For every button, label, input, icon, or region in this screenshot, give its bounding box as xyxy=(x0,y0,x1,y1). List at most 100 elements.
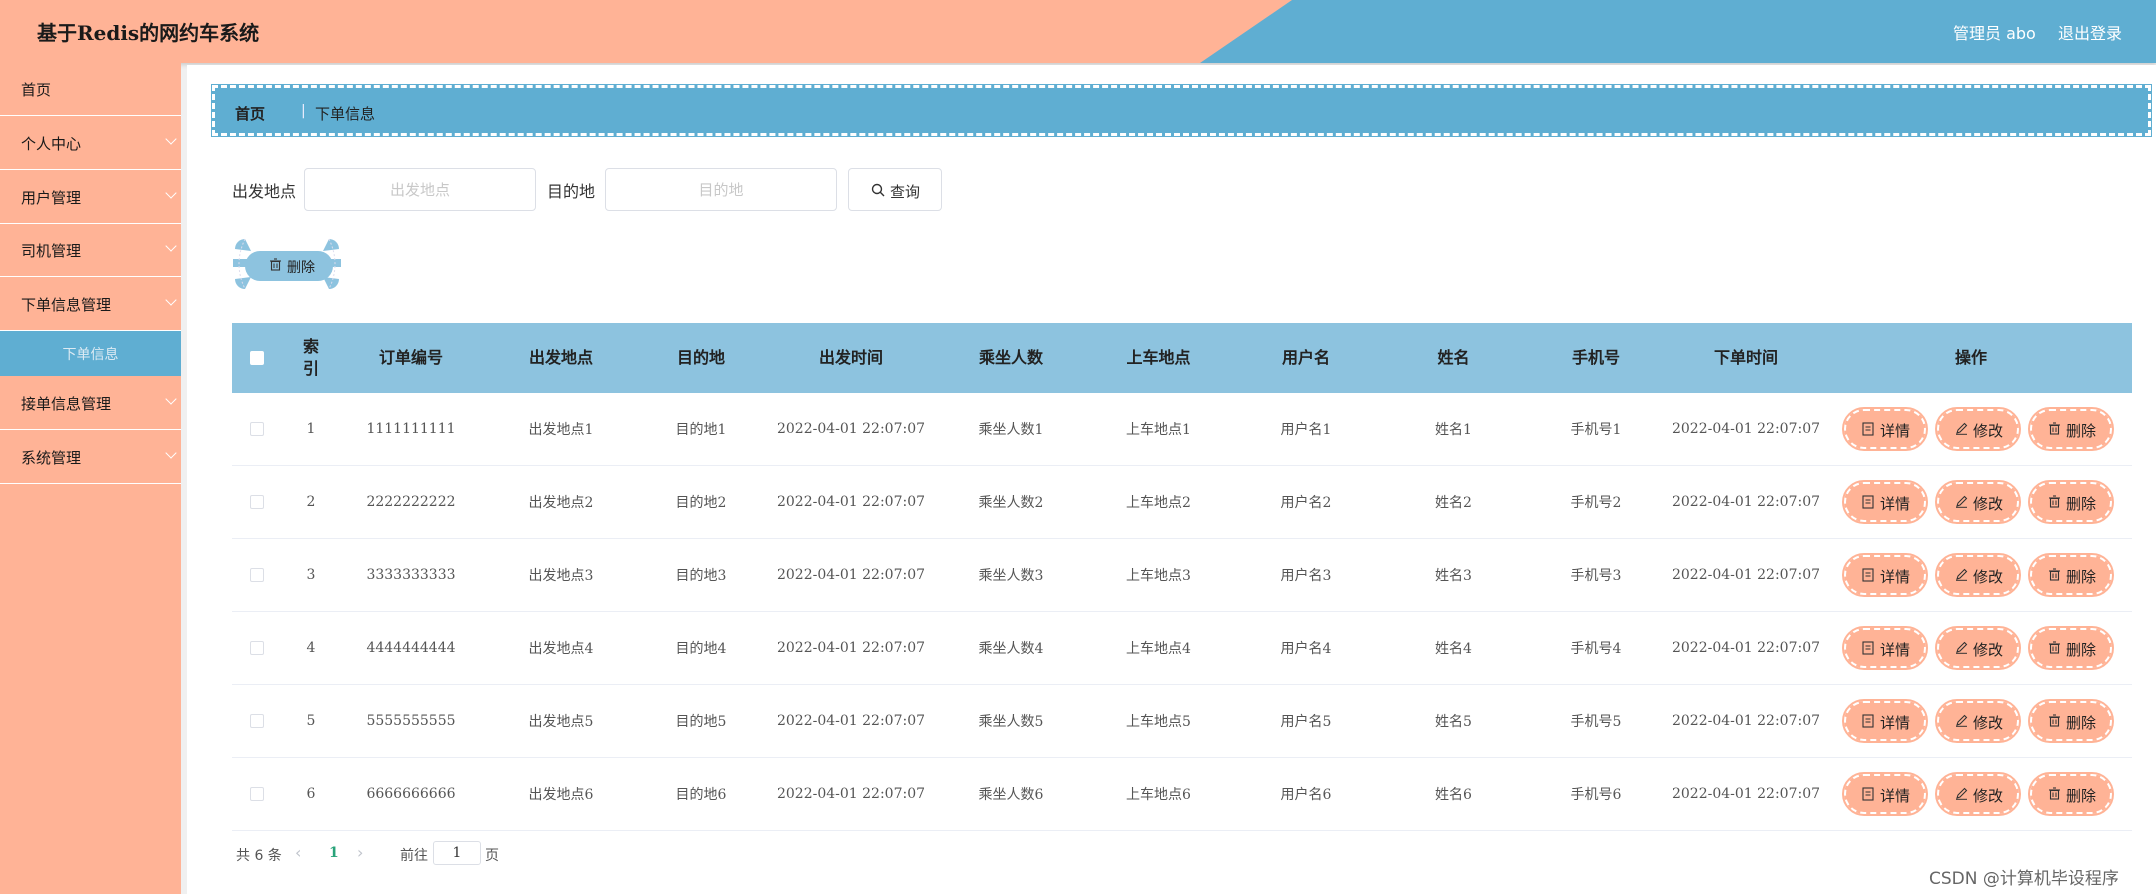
row-checkbox[interactable] xyxy=(250,422,264,436)
cell-name: 姓名1 xyxy=(1435,422,1472,438)
sidebar-item-personal-center[interactable]: 个人中心 xyxy=(0,117,181,170)
breadcrumb-home[interactable]: 首页 xyxy=(235,103,265,124)
pencil-icon xyxy=(1956,714,1968,727)
delete-button-label: 删除 xyxy=(2066,787,2097,805)
chevron-down-icon xyxy=(165,187,177,199)
table-row: 5 5555555555 出发地点5 目的地5 2022-04-01 22:07:07 乘… xyxy=(232,685,2132,758)
search-button[interactable]: 查询 xyxy=(848,168,942,211)
chevron-left-icon[interactable]: ‹ xyxy=(295,843,301,862)
pencil-icon xyxy=(1956,568,1968,581)
cell-username: 用户名2 xyxy=(1280,495,1332,511)
delete-button[interactable]: 删除 xyxy=(2028,480,2114,524)
row-checkbox[interactable] xyxy=(250,714,264,728)
pagination-page-1[interactable]: 1 xyxy=(329,845,339,861)
cell-index: 6 xyxy=(306,786,316,802)
detail-button-label: 详情 xyxy=(1880,714,1911,732)
row-checkbox[interactable] xyxy=(250,787,264,801)
departure-input[interactable] xyxy=(304,168,536,211)
column-header-index-line: 索 xyxy=(302,337,319,356)
delete-button[interactable]: 删除 xyxy=(2028,626,2114,670)
sidebar-item-driver-management[interactable]: 司机管理 xyxy=(0,224,181,277)
cell-destination: 目的地6 xyxy=(675,787,727,803)
detail-button[interactable]: 详情 xyxy=(1842,626,1928,670)
destination-input[interactable] xyxy=(605,168,837,211)
app-title: 基于Redis的网约车系统 xyxy=(37,21,260,45)
chevron-right-icon[interactable]: › xyxy=(357,843,363,862)
cell-username: 用户名5 xyxy=(1280,714,1332,730)
sidebar-subitem-order-info[interactable]: 下单信息 xyxy=(0,331,181,376)
chevron-down-icon xyxy=(165,133,177,145)
destination-label: 目的地 xyxy=(547,182,596,201)
delete-button[interactable]: 删除 xyxy=(2028,772,2114,816)
bulk-delete-button[interactable]: 删除 xyxy=(233,237,341,291)
table-row: 4 4444444444 出发地点4 目的地4 2022-04-01 22:07:07 乘… xyxy=(232,612,2132,685)
column-header-phone: 手机号 xyxy=(1571,348,1620,367)
row-checkbox[interactable] xyxy=(250,568,264,582)
edit-button[interactable]: 修改 xyxy=(1935,553,2021,597)
cell-order-time: 2022-04-01 22:07:07 xyxy=(1671,421,1821,437)
select-all-checkbox[interactable] xyxy=(250,351,264,365)
cell-order-no: 6666666666 xyxy=(366,786,456,802)
column-header-pickup: 上车地点 xyxy=(1126,348,1191,367)
detail-button[interactable]: 详情 xyxy=(1842,699,1928,743)
cell-index: 1 xyxy=(306,421,316,437)
edit-button-label: 修改 xyxy=(1973,641,2004,659)
column-header-passengers: 乘坐人数 xyxy=(978,348,1043,367)
edit-button-label: 修改 xyxy=(1973,422,2004,440)
edit-button[interactable]: 修改 xyxy=(1935,626,2021,670)
column-header-order-no: 订单编号 xyxy=(378,348,443,367)
chevron-down-icon xyxy=(165,294,177,306)
row-checkbox[interactable] xyxy=(250,495,264,509)
cell-depart-time: 2022-04-01 22:07:07 xyxy=(776,640,926,656)
cell-order-time: 2022-04-01 22:07:07 xyxy=(1671,713,1821,729)
watermark-text: CSDN @计算机毕设程序 xyxy=(1929,869,2119,889)
chevron-down-icon xyxy=(165,240,177,252)
cell-name: 姓名3 xyxy=(1435,568,1472,584)
sidebar-item-label: 司机管理 xyxy=(21,242,82,260)
edit-button[interactable]: 修改 xyxy=(1935,699,2021,743)
cell-destination: 目的地5 xyxy=(675,714,727,730)
row-checkbox[interactable] xyxy=(250,641,264,655)
breadcrumb: 首页 | 下单信息 xyxy=(211,84,2152,137)
cell-index: 5 xyxy=(306,713,316,729)
sidebar-item-accept-management[interactable]: 接单信息管理 xyxy=(0,377,181,430)
edit-button-label: 修改 xyxy=(1973,787,2004,805)
sidebar-item-user-management[interactable]: 用户管理 xyxy=(0,171,181,224)
delete-button[interactable]: 删除 xyxy=(2028,699,2114,743)
detail-button[interactable]: 详情 xyxy=(1842,480,1928,524)
departure-label: 出发地点 xyxy=(232,182,297,201)
cell-pickup: 上车地点4 xyxy=(1126,641,1191,657)
cell-order-time: 2022-04-01 22:07:07 xyxy=(1671,640,1821,656)
pagination-goto-label: 前往 xyxy=(400,848,428,864)
logout-link[interactable]: 退出登录 xyxy=(2058,20,2122,44)
sidebar-item-home[interactable]: 首页 xyxy=(0,63,181,116)
cell-pickup: 上车地点2 xyxy=(1126,495,1191,511)
delete-button-label: 删除 xyxy=(2066,422,2097,440)
detail-button[interactable]: 详情 xyxy=(1842,553,1928,597)
cell-order-no: 2222222222 xyxy=(366,494,456,510)
column-header-index-line: 引 xyxy=(302,359,319,378)
cell-username: 用户名3 xyxy=(1280,568,1332,584)
table-row: 1 1111111111 出发地点1 目的地1 2022-04-01 22:07:07 乘… xyxy=(232,393,2132,466)
cell-index: 2 xyxy=(306,494,316,510)
pagination-total: 共 6 条 xyxy=(236,848,282,864)
delete-button[interactable]: 删除 xyxy=(2028,553,2114,597)
delete-button[interactable]: 删除 xyxy=(2028,407,2114,451)
detail-button[interactable]: 详情 xyxy=(1842,772,1928,816)
cell-destination: 目的地3 xyxy=(675,568,727,584)
delete-button-label: 删除 xyxy=(2066,714,2097,732)
edit-button[interactable]: 修改 xyxy=(1935,480,2021,524)
chevron-down-icon xyxy=(165,447,177,459)
edit-button[interactable]: 修改 xyxy=(1935,407,2021,451)
detail-button[interactable]: 详情 xyxy=(1842,407,1928,451)
edit-button[interactable]: 修改 xyxy=(1935,772,2021,816)
cell-pickup: 上车地点3 xyxy=(1126,568,1191,584)
document-icon xyxy=(1862,641,1874,655)
sidebar-item-order-management[interactable]: 下单信息管理 xyxy=(0,278,181,331)
sidebar-item-system-management[interactable]: 系统管理 xyxy=(0,431,181,484)
column-header-depart-time: 出发时间 xyxy=(818,348,883,367)
cell-destination: 目的地4 xyxy=(675,641,727,657)
pagination-goto-input[interactable] xyxy=(433,841,481,865)
column-header-index: 索引 xyxy=(286,323,336,393)
edit-button-label: 修改 xyxy=(1973,568,2004,586)
